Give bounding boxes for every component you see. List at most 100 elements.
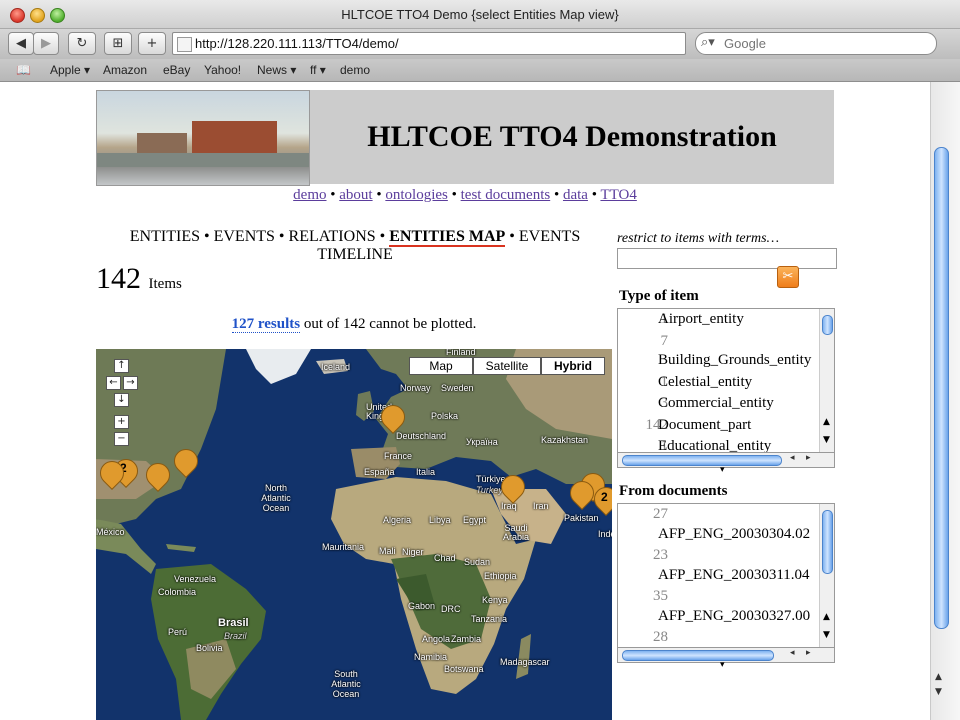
minus-icon: − bbox=[117, 433, 126, 444]
map-label: Egypt bbox=[463, 515, 487, 525]
map-label: Niger bbox=[402, 547, 424, 557]
chevron-down-icon: ▾ bbox=[80, 63, 91, 77]
map-type-satellite[interactable]: Satellite bbox=[473, 357, 541, 375]
entities-map[interactable]: ↑ ← → ↓ + − Map Satellite Hybrid Iceland… bbox=[96, 349, 612, 720]
scroll-thumb[interactable] bbox=[622, 455, 782, 466]
map-label: Mauritania bbox=[322, 542, 365, 552]
map-label: Namibia bbox=[414, 652, 448, 662]
bookmark-apple[interactable]: Apple ▾ bbox=[50, 63, 90, 77]
map-label: Finland bbox=[446, 349, 476, 357]
scroll-right-arrow-icon[interactable]: ▸ bbox=[806, 453, 811, 463]
map-label: Madagascar bbox=[500, 657, 550, 667]
scroll-up-arrow-icon[interactable]: ▲ bbox=[935, 672, 942, 682]
map-label: Colombia bbox=[158, 587, 197, 597]
view-tabs: ENTITIES • EVENTS • RELATIONS • ENTITIES… bbox=[129, 228, 581, 263]
map-label: Zambia bbox=[451, 634, 482, 644]
clear-terms-button[interactable]: ✂ bbox=[777, 266, 799, 288]
map-label: Perú bbox=[168, 627, 188, 637]
page-content: HLTCOE TTO4 Demonstration demo • about •… bbox=[0, 82, 930, 720]
zoom-out-button[interactable]: − bbox=[114, 432, 129, 446]
bookmark-ff[interactable]: ff ▾ bbox=[310, 63, 326, 77]
plus-icon: + bbox=[146, 36, 158, 51]
tab-events[interactable]: EVENTS bbox=[214, 228, 275, 245]
page-title: HLTCOE TTO4 Demonstration bbox=[310, 90, 834, 184]
map-label: Botswana bbox=[444, 664, 484, 674]
pan-left-button[interactable]: ← bbox=[106, 376, 121, 390]
scroll-left-arrow-icon[interactable]: ◂ bbox=[790, 648, 795, 658]
bookmark-yahoo[interactable]: Yahoo! bbox=[204, 63, 241, 77]
scroll-thumb[interactable] bbox=[822, 510, 833, 574]
forward-button[interactable]: ▶ bbox=[33, 32, 59, 55]
scissors-icon: ✂ bbox=[782, 269, 794, 284]
docs-list-hscroll[interactable]: ◂ ▸ bbox=[617, 647, 835, 663]
nav-link-about[interactable]: about bbox=[339, 187, 372, 203]
type-list-vscroll[interactable]: ▲ ▼ bbox=[819, 309, 834, 453]
snapback-button[interactable]: ⊞ bbox=[104, 32, 132, 55]
search-input[interactable] bbox=[722, 35, 926, 52]
type-of-item-list: 1 Airport_entity 7 Building_Grounds_enti… bbox=[617, 308, 835, 454]
arrow-right-icon: → bbox=[126, 377, 135, 388]
pan-down-button[interactable]: ↓ bbox=[114, 393, 129, 407]
item-count: 142 Items bbox=[96, 262, 182, 296]
scroll-thumb[interactable] bbox=[622, 650, 774, 661]
back-button[interactable]: ◀ bbox=[8, 32, 34, 55]
map-label: South Atlantic Ocean bbox=[331, 669, 361, 699]
tab-relations[interactable]: RELATIONS bbox=[289, 228, 376, 245]
map-type-hybrid[interactable]: Hybrid bbox=[541, 357, 605, 375]
scroll-down-arrow-icon[interactable]: ▼ bbox=[823, 435, 830, 445]
tab-entities-map[interactable]: ENTITIES MAP bbox=[389, 228, 506, 247]
scroll-up-arrow-icon[interactable]: ▲ bbox=[823, 417, 830, 427]
pan-right-button[interactable]: → bbox=[123, 376, 138, 390]
resize-handle-icon[interactable]: ▾ bbox=[720, 660, 725, 670]
address-bar[interactable]: http://128.220.111.113/TTO4/demo/ bbox=[172, 32, 686, 55]
nav-link-tto4[interactable]: TTO4 bbox=[600, 187, 636, 203]
restrict-label: restrict to items with terms… bbox=[617, 231, 780, 246]
marker-count: 2 bbox=[601, 490, 608, 504]
search-field[interactable]: ⌕▾ bbox=[695, 32, 937, 55]
nav-link-test-documents[interactable]: test documents bbox=[461, 187, 551, 203]
type-list-hscroll[interactable]: ◂ ▸ bbox=[617, 452, 835, 468]
page-scroll-thumb[interactable] bbox=[934, 147, 949, 629]
docs-list-vscroll[interactable]: ▲ ▼ bbox=[819, 504, 834, 648]
map-type-map[interactable]: Map bbox=[409, 357, 473, 375]
page-vscroll[interactable]: ▲ ▼ bbox=[930, 82, 960, 720]
bookmarks-bar: 📖 Apple ▾ Amazon eBay Yahoo! News ▾ ff ▾… bbox=[0, 59, 960, 82]
map-label: DRC bbox=[441, 604, 461, 614]
map-label: Inde bbox=[598, 529, 612, 539]
nav-link-data[interactable]: data bbox=[563, 187, 588, 203]
map-label: Brasil bbox=[218, 617, 249, 629]
zoom-in-button[interactable]: + bbox=[114, 415, 129, 429]
forward-arrow-icon: ▶ bbox=[41, 36, 51, 51]
reload-icon: ↻ bbox=[76, 36, 88, 51]
arrow-up-icon: ↑ bbox=[117, 360, 126, 371]
bookmark-amazon[interactable]: Amazon bbox=[103, 63, 147, 77]
pan-up-button[interactable]: ↑ bbox=[114, 359, 129, 373]
type-of-item-heading: Type of item bbox=[619, 288, 699, 304]
add-bookmark-button[interactable]: + bbox=[138, 32, 166, 55]
bookmark-ebay[interactable]: eBay bbox=[163, 63, 190, 77]
bookmark-news[interactable]: News ▾ bbox=[257, 63, 296, 77]
map-label: Saudi Arabia bbox=[502, 523, 529, 542]
map-label: Libya bbox=[429, 515, 451, 525]
scroll-down-arrow-icon[interactable]: ▼ bbox=[823, 630, 830, 640]
snapback-icon: ⊞ bbox=[112, 36, 124, 51]
bookmark-demo[interactable]: demo bbox=[340, 63, 370, 77]
window-titlebar: HLTCOE TTO4 Demo {select Entities Map vi… bbox=[0, 0, 960, 29]
map-label: Pakistan bbox=[564, 513, 599, 523]
tab-entities[interactable]: ENTITIES bbox=[130, 228, 200, 245]
scroll-down-arrow-icon[interactable]: ▼ bbox=[935, 687, 942, 697]
book-icon[interactable]: 📖 bbox=[16, 63, 31, 77]
scroll-up-arrow-icon[interactable]: ▲ bbox=[823, 612, 830, 622]
reload-button[interactable]: ↻ bbox=[68, 32, 96, 55]
scroll-right-arrow-icon[interactable]: ▸ bbox=[806, 648, 811, 658]
scroll-left-arrow-icon[interactable]: ◂ bbox=[790, 453, 795, 463]
scroll-thumb[interactable] bbox=[822, 315, 833, 335]
nav-link-ontologies[interactable]: ontologies bbox=[385, 187, 448, 203]
nav-link-demo[interactable]: demo bbox=[293, 187, 326, 203]
restrict-terms-input[interactable] bbox=[617, 248, 837, 269]
unplotted-results-link[interactable]: 127 results bbox=[231, 316, 301, 333]
item-count-label: Items bbox=[148, 276, 182, 292]
map-label: Kenya bbox=[482, 595, 508, 605]
resize-handle-icon[interactable]: ▾ bbox=[720, 465, 725, 475]
top-nav: demo • about • ontologies • test documen… bbox=[293, 187, 637, 203]
